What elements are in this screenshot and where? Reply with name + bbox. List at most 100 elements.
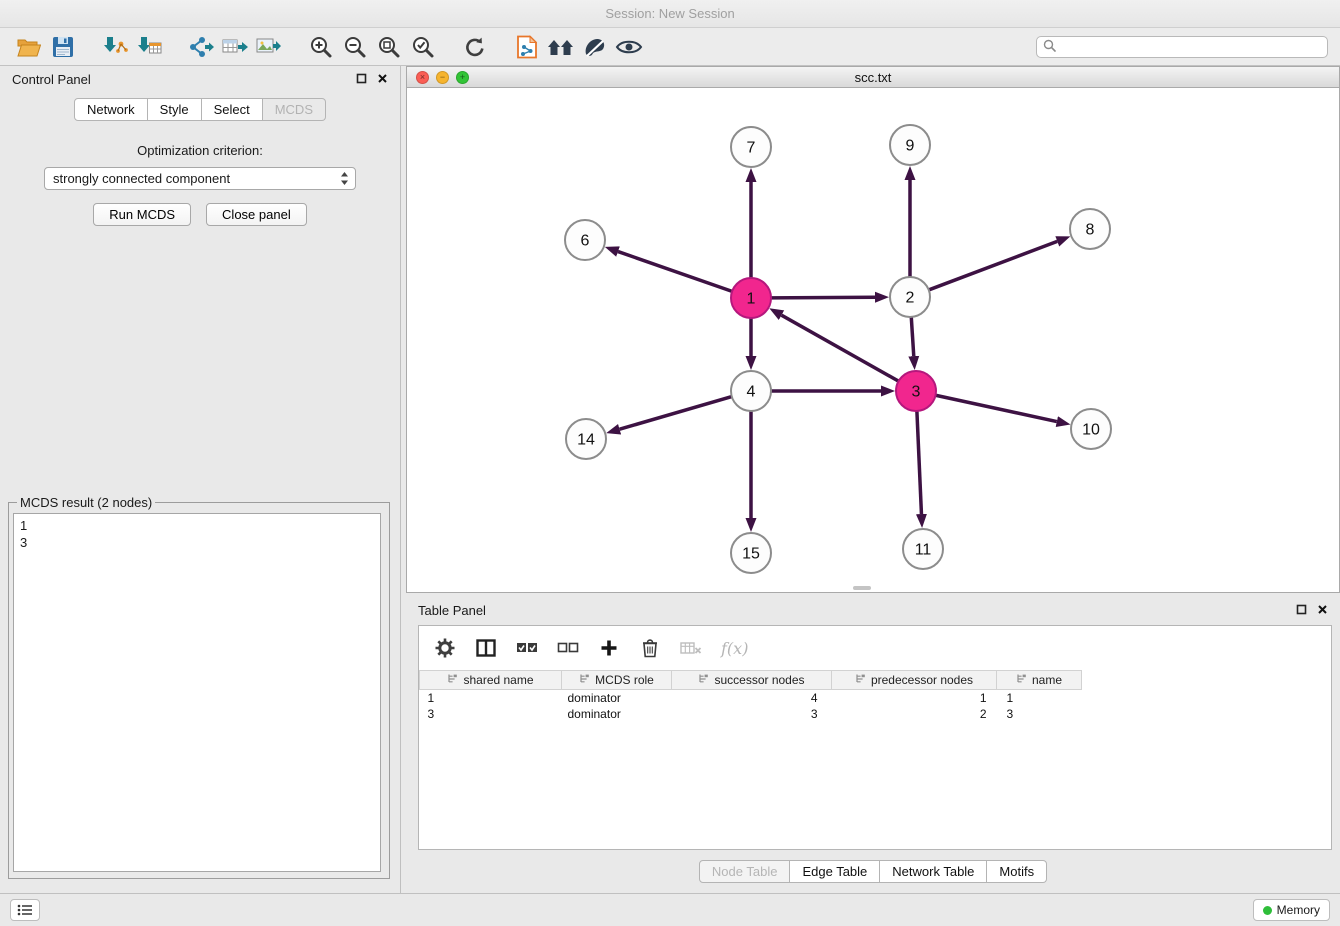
close-table-panel-icon[interactable] <box>1317 603 1328 618</box>
svg-text:4: 4 <box>747 384 756 401</box>
home-icon[interactable] <box>544 31 578 63</box>
table-row[interactable]: 1dominator411 <box>420 690 1332 706</box>
column-type-icon <box>447 673 459 687</box>
network-canvas[interactable]: 7 9 6 8 1 2 4 3 14 10 15 11 <box>407 88 1339 592</box>
network-document-icon[interactable] <box>510 31 544 63</box>
import-network-icon[interactable] <box>98 31 132 63</box>
import-table-icon[interactable] <box>132 31 166 63</box>
graph-node-9[interactable]: 9 <box>890 125 930 165</box>
zoom-fit-icon[interactable] <box>372 31 406 63</box>
column-header-shared-name[interactable]: shared name <box>420 671 562 690</box>
graph-edge-1-2[interactable] <box>771 297 875 298</box>
graph-node-6[interactable]: 6 <box>565 220 605 260</box>
tab-mcds[interactable]: MCDS <box>263 98 326 121</box>
graph-edge-2-3[interactable] <box>911 317 913 356</box>
close-panel-button[interactable]: Close panel <box>206 203 307 226</box>
refresh-layout-icon[interactable] <box>458 31 492 63</box>
svg-text:8: 8 <box>1086 222 1095 239</box>
search-icon <box>1043 39 1056 55</box>
mcds-result-group: MCDS result (2 nodes) 13 <box>8 495 390 879</box>
chevron-up-down-icon <box>340 171 349 186</box>
run-mcds-button[interactable]: Run MCDS <box>93 203 191 226</box>
table-cell[interactable]: dominator <box>562 706 672 722</box>
svg-text:3: 3 <box>912 384 921 401</box>
graph-edge-3-10[interactable] <box>936 395 1057 421</box>
float-panel-icon[interactable] <box>356 72 367 87</box>
add-column-icon[interactable] <box>598 639 620 657</box>
column-header-label: successor nodes <box>714 673 804 687</box>
graph-node-4[interactable]: 4 <box>731 371 771 411</box>
tab-style[interactable]: Style <box>148 98 202 121</box>
table-tab-motifs[interactable]: Motifs <box>987 860 1047 883</box>
svg-text:14: 14 <box>577 432 595 449</box>
settings-icon[interactable] <box>434 638 456 658</box>
graph-node-15[interactable]: 15 <box>731 533 771 573</box>
table-cell[interactable]: 3 <box>420 706 562 722</box>
graph-edge-3-1[interactable] <box>781 315 898 381</box>
table-row[interactable]: 3dominator323 <box>420 706 1332 722</box>
search-input[interactable] <box>1060 38 1321 56</box>
graph-node-8[interactable]: 8 <box>1070 209 1110 249</box>
column-header-predecessor-nodes[interactable]: predecessor nodes <box>832 671 997 690</box>
graph-node-1[interactable]: 1 <box>731 278 771 318</box>
column-header-successor-nodes[interactable]: successor nodes <box>672 671 832 690</box>
zoom-out-icon[interactable] <box>338 31 372 63</box>
tab-network[interactable]: Network <box>74 98 148 121</box>
close-panel-icon[interactable] <box>377 72 388 87</box>
tab-select[interactable]: Select <box>202 98 263 121</box>
column-type-icon <box>698 673 710 687</box>
table-cell[interactable]: 3 <box>997 706 1082 722</box>
table-cell[interactable]: 2 <box>832 706 997 722</box>
float-table-panel-icon[interactable] <box>1296 603 1307 618</box>
column-header-label: name <box>1032 673 1062 687</box>
table-cell[interactable]: dominator <box>562 690 672 706</box>
optimization-select[interactable]: strongly connected component <box>44 167 356 190</box>
mcds-result-box[interactable]: 13 <box>13 513 381 872</box>
show-hide-icon[interactable] <box>612 31 646 63</box>
graph-edge-2-8[interactable] <box>929 241 1058 290</box>
panel-menu-button[interactable] <box>10 899 40 921</box>
table-tab-network-table[interactable]: Network Table <box>880 860 987 883</box>
open-session-icon[interactable] <box>12 31 46 63</box>
network-window-title: scc.txt <box>407 70 1339 85</box>
graph-node-3[interactable]: 3 <box>896 371 936 411</box>
table-cell[interactable]: 3 <box>672 706 832 722</box>
export-network-icon[interactable] <box>184 31 218 63</box>
zoom-in-icon[interactable] <box>304 31 338 63</box>
save-session-icon[interactable] <box>46 31 80 63</box>
graph-node-11[interactable]: 11 <box>903 529 943 569</box>
table-cell[interactable]: 1 <box>832 690 997 706</box>
graph-edge-1-6[interactable] <box>618 252 732 292</box>
graph-edge-4-14[interactable] <box>620 397 732 430</box>
delete-column-icon[interactable] <box>639 638 661 658</box>
split-view-icon[interactable] <box>475 639 497 657</box>
column-header-name[interactable]: name <box>997 671 1082 690</box>
table-panel-title: Table Panel <box>418 603 486 618</box>
delete-table-icon[interactable] <box>680 640 702 656</box>
optimization-criterion-label: Optimization criterion: <box>0 143 400 158</box>
memory-button[interactable]: Memory <box>1253 899 1330 921</box>
select-all-columns-icon[interactable] <box>516 640 538 656</box>
table-tab-edge-table[interactable]: Edge Table <box>790 860 880 883</box>
function-builder-icon[interactable]: f(x) <box>721 639 748 658</box>
column-header-mcds-role[interactable]: MCDS role <box>562 671 672 690</box>
table-cell[interactable]: 1 <box>997 690 1082 706</box>
column-type-icon <box>855 673 867 687</box>
style-icon[interactable] <box>578 31 612 63</box>
table-cell[interactable]: 1 <box>420 690 562 706</box>
graph-node-14[interactable]: 14 <box>566 419 606 459</box>
graph-node-2[interactable]: 2 <box>890 277 930 317</box>
table-tab-node-table[interactable]: Node Table <box>699 860 791 883</box>
node-table: shared nameMCDS role successor nodes prede… <box>419 670 1331 722</box>
graph-node-10[interactable]: 10 <box>1071 409 1111 449</box>
unselect-all-columns-icon[interactable] <box>557 640 579 656</box>
table-cell[interactable]: 4 <box>672 690 832 706</box>
horizontal-scrollbar[interactable] <box>853 586 871 590</box>
graph-edge-3-11[interactable] <box>917 411 922 514</box>
export-table-icon[interactable] <box>218 31 252 63</box>
zoom-selected-icon[interactable] <box>406 31 440 63</box>
row-filler <box>1082 706 1332 722</box>
search-box[interactable] <box>1036 36 1328 58</box>
export-image-icon[interactable] <box>252 31 286 63</box>
graph-node-7[interactable]: 7 <box>731 127 771 167</box>
